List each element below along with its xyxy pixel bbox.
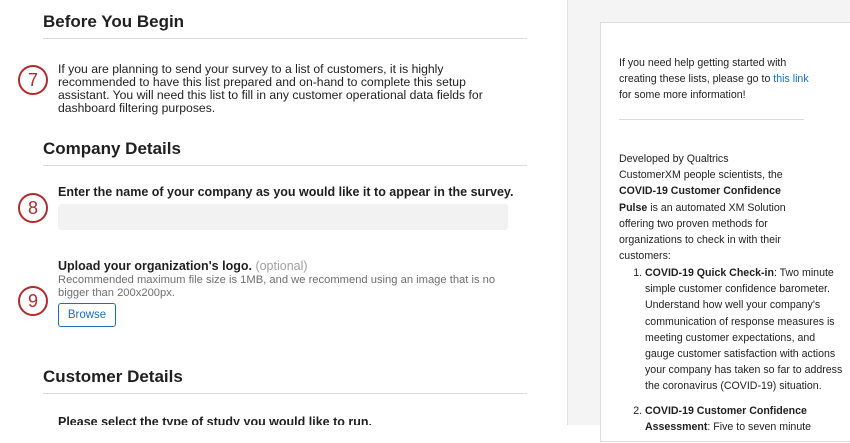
method-description: : Two minute simple customer confidence … — [645, 267, 843, 393]
method-list: COVID-19 Quick Check-in: Two minute simp… — [619, 265, 845, 443]
company-name-label: Enter the name of your company as you wo… — [58, 185, 514, 199]
help-card: If you need help getting started with cr… — [600, 22, 850, 442]
help-text-before: If you need help getting started with cr… — [619, 57, 787, 86]
help-link[interactable]: this link — [773, 73, 808, 85]
section-divider — [43, 393, 527, 394]
help-sidebar: If you need help getting started with cr… — [567, 0, 850, 442]
browse-button[interactable]: Browse — [58, 303, 116, 327]
study-type-label: Please select the type of study you woul… — [58, 415, 372, 425]
method-description: : Five to seven minute — [707, 420, 812, 433]
method-title: COVID-19 Quick Check-in — [645, 267, 774, 279]
customer-details-heading: Customer Details — [43, 367, 183, 386]
help-text: If you need help getting started with cr… — [619, 55, 809, 104]
logo-upload-label-text: Upload your organization's logo. — [58, 259, 252, 273]
list-item: COVID-19 Quick Check-in: Two minute simp… — [645, 265, 845, 395]
company-details-heading: Company Details — [43, 139, 181, 158]
logo-upload-hint: Recommended maximum file size is 1MB, an… — [58, 274, 496, 299]
intro-text-before: Developed by Qualtrics CustomerXM people… — [619, 153, 783, 182]
setup-main-panel: Before You Begin 7 If you are planning t… — [0, 0, 567, 425]
card-divider — [619, 119, 804, 120]
before-you-begin-heading: Before You Begin — [43, 12, 185, 31]
logo-upload-label: Upload your organization's logo. (option… — [58, 259, 308, 273]
help-text-after: for some more information! — [619, 89, 746, 102]
section-divider — [43, 38, 527, 39]
step-7-marker: 7 — [18, 65, 48, 95]
intro-text: Developed by Qualtrics CustomerXM people… — [619, 151, 789, 264]
before-you-begin-text: If you are planning to send your survey … — [58, 62, 483, 115]
step-8-marker: 8 — [18, 193, 48, 223]
list-item: COVID-19 Customer Confidence Assessment:… — [645, 403, 845, 435]
company-name-input[interactable] — [58, 204, 508, 230]
step-9-marker: 9 — [18, 286, 48, 316]
optional-tag: (optional) — [255, 259, 308, 273]
section-divider — [43, 165, 527, 166]
